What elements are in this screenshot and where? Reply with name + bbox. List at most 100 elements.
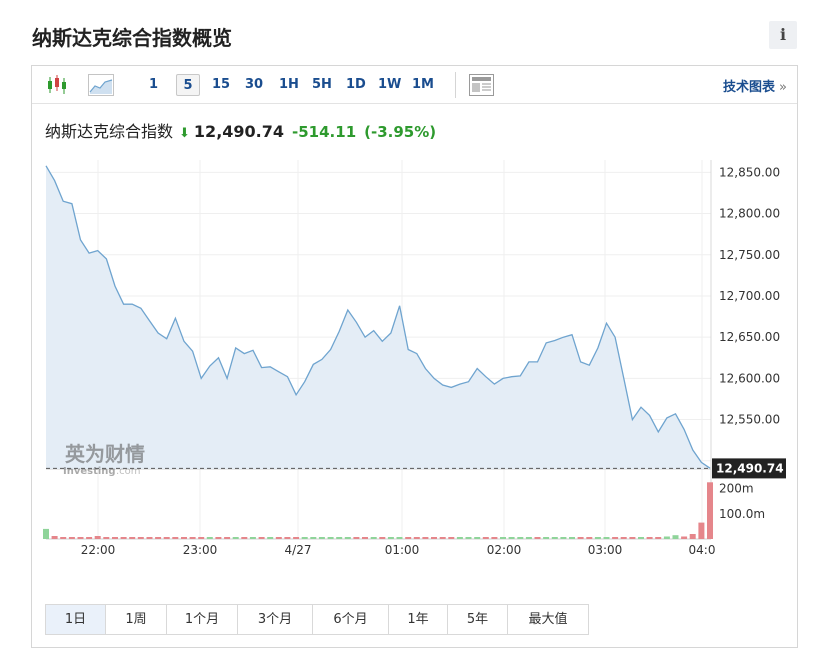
volume-bar <box>146 537 153 539</box>
range-6m[interactable]: 6个月 <box>313 605 389 634</box>
y-tick-label: 12,550.00 <box>719 413 780 427</box>
page-title: 纳斯达克综合指数概览 <box>32 26 232 50</box>
chart-panel: 1 5 15 30 1H 5H 1D 1W 1M 技术图表» 纳斯达克综合指数 ⬇… <box>31 65 798 648</box>
volume-bar <box>249 537 256 539</box>
volume-bar <box>172 537 179 539</box>
range-max[interactable]: 最大值 <box>508 605 588 634</box>
volume-bar <box>120 537 127 539</box>
volume-bar <box>500 537 506 539</box>
volume-bar <box>569 537 575 539</box>
volume-bar <box>181 537 187 539</box>
volume-bar <box>560 537 567 539</box>
watermark-en: Investing <box>63 466 116 477</box>
volume-bar <box>112 537 118 539</box>
volume-bar <box>198 537 205 539</box>
range-1w[interactable]: 1周 <box>106 605 167 634</box>
volume-bar <box>413 537 420 539</box>
range-1y[interactable]: 1年 <box>389 605 448 634</box>
volume-bar <box>491 537 498 539</box>
y-axis-labels: 12,850.00 12,800.00 12,750.00 12,700.00 12,6… <box>719 165 780 426</box>
range-1d[interactable]: 1日 <box>46 605 106 634</box>
y-tick-label: 12,800.00 <box>719 207 780 221</box>
range-1m[interactable]: 1个月 <box>167 605 238 634</box>
volume-bar <box>586 537 593 539</box>
volume-bar <box>86 537 93 539</box>
volume-bar <box>51 536 58 539</box>
volume-bar <box>707 482 713 539</box>
range-selector: 1日 1周 1个月 3个月 6个月 1年 5年 最大值 <box>45 604 589 635</box>
volume-axis-labels: 200m 100.0m <box>719 482 765 521</box>
volume-bar <box>534 537 541 539</box>
volume-bar <box>163 537 170 539</box>
volume-bar <box>439 537 446 539</box>
volume-bar <box>241 537 248 539</box>
volume-bar <box>594 537 601 539</box>
volume-bar <box>646 537 653 539</box>
range-5y[interactable]: 5年 <box>448 605 508 634</box>
volume-bar <box>603 537 610 539</box>
x-tick-label: 01:00 <box>385 543 420 557</box>
volume-bar <box>612 537 619 539</box>
volume-tick-label: 200m <box>719 482 754 496</box>
volume-bar <box>103 537 110 539</box>
y-tick-label: 12,850.00 <box>719 165 780 179</box>
volume-bar <box>655 537 662 539</box>
volume-bar <box>129 537 136 539</box>
price-chart[interactable]: 12,850.00 12,800.00 12,750.00 12,700.00 12,6… <box>32 66 797 586</box>
volume-bar <box>224 537 231 539</box>
watermark-cn: 英为财情 <box>65 442 145 466</box>
volume-bar <box>517 537 524 539</box>
volume-bar <box>353 537 360 539</box>
volume-bar <box>456 537 463 539</box>
volume-bar <box>189 537 196 539</box>
volume-bar <box>232 537 239 539</box>
volume-bar <box>422 537 429 539</box>
volume-bar <box>379 537 386 539</box>
volume-bar <box>336 537 343 539</box>
volume-bar <box>327 537 334 539</box>
volume-bar <box>94 536 101 539</box>
x-tick-label: 22:00 <box>81 543 116 557</box>
volume-bar <box>681 536 688 539</box>
x-axis-labels: 22:00 23:00 4/27 01:00 02:00 03:00 04:0 <box>81 543 716 557</box>
volume-bar <box>689 534 696 539</box>
volume-bar <box>672 535 679 539</box>
volume-bars <box>43 482 713 539</box>
volume-bar <box>301 537 308 539</box>
volume-bar <box>344 537 351 539</box>
volume-bar <box>396 537 403 539</box>
volume-bar <box>155 537 162 539</box>
x-tick-label: 23:00 <box>183 543 218 557</box>
volume-bar <box>482 537 489 539</box>
volume-bar <box>77 537 84 539</box>
x-tick-label: 03:00 <box>588 543 623 557</box>
volume-bar <box>431 537 437 539</box>
volume-bar <box>543 537 550 539</box>
volume-bar <box>629 537 636 539</box>
range-3m[interactable]: 3个月 <box>238 605 313 634</box>
volume-bar <box>525 537 532 539</box>
volume-bar <box>551 537 558 539</box>
volume-bar <box>698 522 705 539</box>
volume-bar <box>362 537 368 539</box>
last-price-label: 12,490.74 <box>716 461 784 475</box>
volume-bar <box>43 528 49 539</box>
volume-bar <box>206 537 213 539</box>
volume-bar <box>465 537 472 539</box>
info-button[interactable]: i <box>769 21 797 49</box>
volume-bar <box>638 537 644 539</box>
volume-bar <box>137 537 144 539</box>
volume-bar <box>448 537 455 539</box>
volume-bar <box>620 537 627 539</box>
watermark-suffix: .com <box>116 466 141 477</box>
x-tick-label: 02:00 <box>487 543 522 557</box>
volume-bar <box>258 537 265 539</box>
volume-bar <box>387 537 394 539</box>
volume-bar <box>318 537 325 539</box>
volume-bar <box>663 536 670 539</box>
y-tick-label: 12,650.00 <box>719 330 780 344</box>
volume-tick-label: 100.0m <box>719 507 765 521</box>
y-tick-label: 12,700.00 <box>719 289 780 303</box>
volume-bar <box>215 537 222 539</box>
volume-bar <box>293 537 300 539</box>
